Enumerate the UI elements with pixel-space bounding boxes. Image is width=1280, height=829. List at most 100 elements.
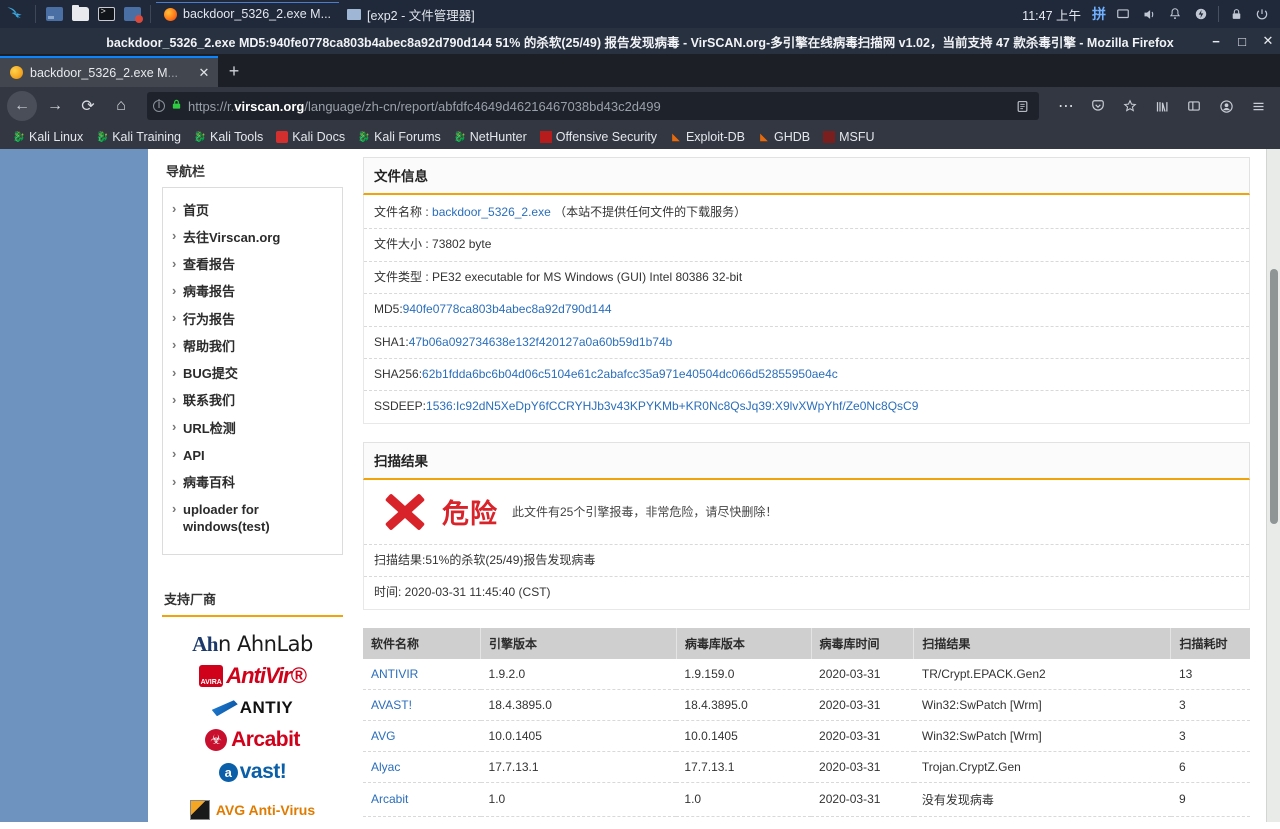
table-header-scan-result[interactable]: 扫描结果 xyxy=(913,627,1172,659)
menu-icon[interactable] xyxy=(1243,91,1273,121)
cell-engine-version: 18.4.3895.0 xyxy=(480,689,677,721)
file-manager-icon[interactable] xyxy=(67,3,93,25)
lock-icon[interactable] xyxy=(1224,2,1248,26)
forward-button[interactable]: → xyxy=(40,91,70,121)
cell-software: Alyac xyxy=(363,751,481,783)
kali-dragon-icon[interactable] xyxy=(0,0,30,28)
table-header-db-version[interactable]: 病毒库版本 xyxy=(676,627,812,659)
page-actions-icon[interactable]: ⋯ xyxy=(1051,91,1081,121)
file-info-value[interactable]: backdoor_5326_2.exe xyxy=(432,205,551,219)
file-info-value[interactable]: 62b1fdda6bc6b04d06c5104e61c2abafcc35a971… xyxy=(422,367,838,381)
software-link[interactable]: AVAST! xyxy=(371,698,412,712)
scan-verdict-label: 危险 xyxy=(442,499,498,530)
window-minimize-button[interactable]: − xyxy=(1210,34,1222,49)
software-link[interactable]: Arcabit xyxy=(371,792,408,806)
taskbar-task-filemanager-label: [exp2 - 文件管理器] xyxy=(367,8,475,23)
cell-elapsed: 3 xyxy=(1170,689,1250,721)
bookmark-kali-docs[interactable]: Kali Docs xyxy=(271,129,350,145)
sidebar-item-behavior-report[interactable]: 行为报告 xyxy=(163,306,342,333)
sidebar-item-url-check[interactable]: URL检测 xyxy=(163,415,342,442)
volume-icon[interactable] xyxy=(1137,2,1161,26)
sidebar-item-api[interactable]: API xyxy=(163,442,342,469)
ime-indicator[interactable]: 拼 xyxy=(1089,4,1109,24)
tab-close-icon[interactable]: ✕ xyxy=(196,65,212,81)
display-settings-icon[interactable] xyxy=(119,3,145,25)
bookmark-exploit-db[interactable]: ◣ Exploit-DB xyxy=(665,129,750,145)
browser-tab-title: backdoor_5326_2.exe M xyxy=(30,65,168,80)
taskbar-task-firefox[interactable]: backdoor_5326_2.exe M... xyxy=(156,2,340,26)
sidebar-item-bug-submit[interactable]: BUG提交 xyxy=(163,361,342,388)
terminal-icon[interactable] xyxy=(93,3,119,25)
sidebar-item-view-report[interactable]: 查看报告 xyxy=(163,252,342,279)
url-text[interactable]: https://r.virscan.org/language/zh-cn/rep… xyxy=(188,99,1005,114)
taskbar-clock[interactable]: 11:47 上午 xyxy=(1022,5,1081,24)
file-info-value[interactable]: 940fe0778ca803b4abec8a92d790d144 xyxy=(403,302,612,316)
page-info-icon[interactable]: i xyxy=(153,100,165,112)
file-info-label: 文件类型 : xyxy=(374,269,429,284)
file-info-value[interactable]: 1536:Ic92dN5XeDpY6fCCRYHJb3v43KPYKMb+KR0… xyxy=(426,399,918,413)
sidebar-item-contact-us[interactable]: 联系我们 xyxy=(163,388,342,415)
sidebar-item-label: uploader for windows(test) xyxy=(183,502,270,534)
power-icon[interactable] xyxy=(1189,2,1213,26)
bookmark-label: Exploit-DB xyxy=(685,130,745,144)
sidebar-item-uploader-windows[interactable]: uploader for windows(test) xyxy=(163,497,342,541)
bookmark-kali-forums[interactable]: 🐉 Kali Forums xyxy=(353,129,446,145)
table-header-software[interactable]: 软件名称 xyxy=(363,627,482,659)
scan-verdict-row: 危险 此文件有25个引擎报毒，非常危险，请尽快删除！ xyxy=(364,482,1249,545)
window-maximize-button[interactable]: □ xyxy=(1236,34,1248,49)
bookmark-kali-tools[interactable]: 🐉 Kali Tools xyxy=(189,129,268,145)
bookmark-offensive-security[interactable]: Offensive Security xyxy=(535,129,662,145)
sidebar-item-home[interactable]: 首页 xyxy=(163,197,342,224)
taskbar-task-filemanager[interactable]: [exp2 - 文件管理器] xyxy=(339,2,483,26)
bookmark-kali-linux[interactable]: 🐉 Kali Linux xyxy=(8,129,88,145)
browser-tab-active[interactable]: backdoor_5326_2.exe M... ✕ xyxy=(0,56,218,87)
cell-software: Authentium xyxy=(363,816,481,822)
window-switcher-icon[interactable] xyxy=(41,3,67,25)
file-info-heading: 文件信息 xyxy=(363,157,1250,195)
file-info-row-filetype: 文件类型 : PE32 executable for MS Windows (G… xyxy=(364,262,1249,295)
bookmark-nethunter[interactable]: 🐉 NetHunter xyxy=(449,129,532,145)
sidebar-icon[interactable] xyxy=(1179,91,1209,121)
notification-bell-icon[interactable] xyxy=(1163,2,1187,26)
software-link[interactable]: Alyac xyxy=(371,760,400,774)
bookmark-msfu[interactable]: MSFU xyxy=(818,129,879,145)
sidebar-item-label: 查看报告 xyxy=(183,257,236,272)
scrollbar-thumb[interactable] xyxy=(1270,269,1278,524)
sidebar-item-goto-virscan[interactable]: 去往Virscan.org xyxy=(163,224,342,251)
browser-window-title: backdoor_5326_2.exe MD5:940fe0778ca803b4… xyxy=(106,35,1174,50)
sidebar-nav-panel: 首页 去往Virscan.org 查看报告 病毒报告 行为报告 帮助我们 BUG… xyxy=(162,187,343,556)
account-icon[interactable] xyxy=(1211,91,1241,121)
sidebar-item-virus-report[interactable]: 病毒报告 xyxy=(163,279,342,306)
vendor-logo-antiy: ANTIY xyxy=(211,695,294,721)
bookmark-kali-training[interactable]: 🐉 Kali Training xyxy=(91,129,186,145)
sidebar-item-help-us[interactable]: 帮助我们 xyxy=(163,333,342,360)
new-tab-button[interactable]: + xyxy=(218,56,250,87)
scan-result-section: 扫描结果 危险 此文件有25个引擎报毒，非常危险，请尽快删除！ 扫描结果:51%… xyxy=(363,441,1250,610)
table-header-elapsed[interactable]: 扫描耗时 xyxy=(1170,627,1250,659)
bookmark-star-icon[interactable] xyxy=(1115,91,1145,121)
sidebar-item-virus-encyclopedia[interactable]: 病毒百科 xyxy=(163,470,342,497)
address-bar[interactable]: i https://r.virscan.org/language/zh-cn/r… xyxy=(147,92,1039,120)
bookmark-ghdb[interactable]: ◣ GHDB xyxy=(753,129,815,145)
window-close-button[interactable]: ✕ xyxy=(1262,33,1274,49)
file-info-value[interactable]: 47b06a092734638e132f420127a0a60b59d1b74b xyxy=(409,335,673,349)
display-icon[interactable] xyxy=(1111,2,1135,26)
table-header-db-date[interactable]: 病毒库时间 xyxy=(811,627,915,659)
sidebar-item-label: 帮助我们 xyxy=(183,338,236,354)
reader-view-icon[interactable] xyxy=(1011,100,1033,113)
software-link[interactable]: ANTIVIR xyxy=(371,667,418,681)
page-vertical-scrollbar[interactable] xyxy=(1266,149,1280,822)
vendor-logo-arcabit: ☣ Arcabit xyxy=(205,727,300,753)
library-icon[interactable] xyxy=(1147,91,1177,121)
logout-icon[interactable] xyxy=(1250,2,1274,26)
back-button[interactable]: ← xyxy=(7,91,37,121)
home-button[interactable]: ⌂ xyxy=(106,91,136,121)
table-row: AVAST! 18.4.3895.0 18.4.3895.0 2020-03-3… xyxy=(363,689,1250,721)
reload-button[interactable]: ⟳ xyxy=(73,91,103,121)
table-header-engine-version[interactable]: 引擎版本 xyxy=(480,627,677,659)
software-link[interactable]: AVG xyxy=(371,729,395,743)
pocket-icon[interactable] xyxy=(1083,91,1113,121)
avg-square-icon xyxy=(189,800,210,821)
vendor-logo-avg: AVG Anti-Virus xyxy=(189,797,315,822)
avira-icon: AVIRA xyxy=(199,665,224,688)
